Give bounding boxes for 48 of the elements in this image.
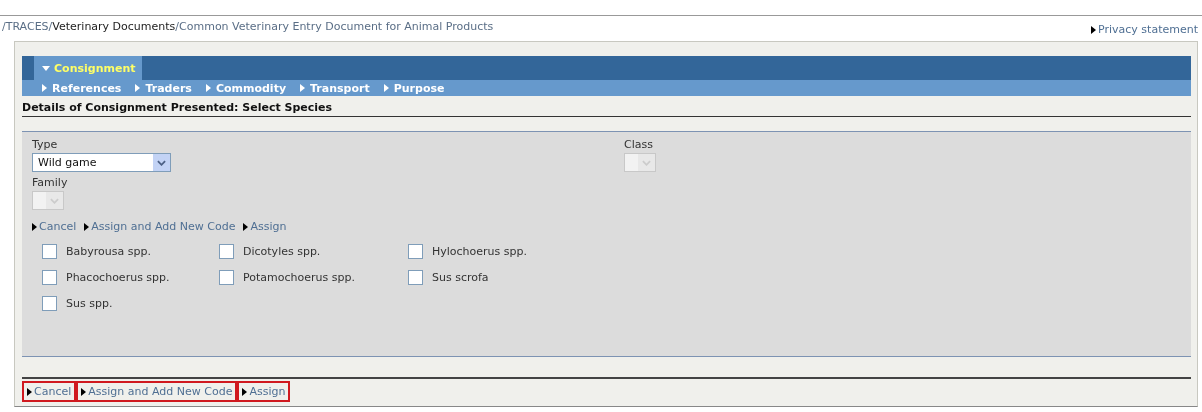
caret-right-icon xyxy=(135,84,141,92)
checkbox-label: Phacochoerus spp. xyxy=(66,271,170,284)
checkbox[interactable] xyxy=(42,244,57,259)
caret-down-icon xyxy=(42,65,50,71)
section-heading: Details of Consignment Presented: Select Species xyxy=(22,96,1191,117)
field-label: Family xyxy=(32,176,68,189)
triangle-icon xyxy=(1091,25,1097,34)
checkbox[interactable] xyxy=(42,270,57,285)
action-link[interactable]: Cancel xyxy=(22,381,77,402)
action-link[interactable]: Assign and Add New Code xyxy=(84,220,236,233)
checkbox[interactable] xyxy=(219,244,234,259)
checkbox-label: Sus scrofa xyxy=(432,271,489,284)
chevron-down-icon xyxy=(50,197,59,204)
nav-tab[interactable]: Purpose xyxy=(383,81,445,95)
nav-tab[interactable]: Commodity xyxy=(205,81,287,95)
caret-right-icon xyxy=(383,84,389,92)
section-tab[interactable]: Consignment xyxy=(34,56,142,80)
nav-tab[interactable]: Traders xyxy=(135,81,192,95)
triangle-icon xyxy=(81,387,87,396)
chevron-down-icon xyxy=(642,159,651,166)
type-dropdown[interactable]: Wild game xyxy=(32,153,171,172)
triangle-icon xyxy=(242,387,248,396)
checkbox[interactable] xyxy=(408,270,423,285)
nav-tab[interactable]: References xyxy=(42,81,122,95)
action-link[interactable]: Cancel xyxy=(32,220,77,233)
action-link[interactable]: Assign and Add New Code xyxy=(76,381,238,402)
field-label: Class xyxy=(624,138,653,151)
triangle-icon xyxy=(243,222,249,231)
checkbox-label: Babyrousa spp. xyxy=(66,245,151,258)
checkbox-label: Dicotyles spp. xyxy=(243,245,321,258)
chevron-down-icon xyxy=(157,159,166,166)
privacy-link[interactable]: Privacy statement xyxy=(1091,23,1198,36)
checkbox-label: Potamochoerus spp. xyxy=(243,271,355,284)
action-link[interactable]: Assign xyxy=(243,220,287,233)
checkbox[interactable] xyxy=(42,296,57,311)
triangle-icon xyxy=(32,222,37,231)
checkbox[interactable] xyxy=(408,244,423,259)
caret-right-icon xyxy=(300,84,306,92)
field-label: Type xyxy=(32,138,58,151)
nav-tab[interactable]: Transport xyxy=(300,81,370,95)
triangle-icon xyxy=(27,387,32,396)
caret-right-icon xyxy=(205,84,211,92)
checkbox-label: Sus spp. xyxy=(66,297,113,310)
triangle-icon xyxy=(84,222,90,231)
checkbox-label: Hylochoerus spp. xyxy=(432,245,527,258)
caret-right-icon xyxy=(42,84,47,92)
action-link[interactable]: Assign xyxy=(237,381,291,402)
checkbox[interactable] xyxy=(219,270,234,285)
